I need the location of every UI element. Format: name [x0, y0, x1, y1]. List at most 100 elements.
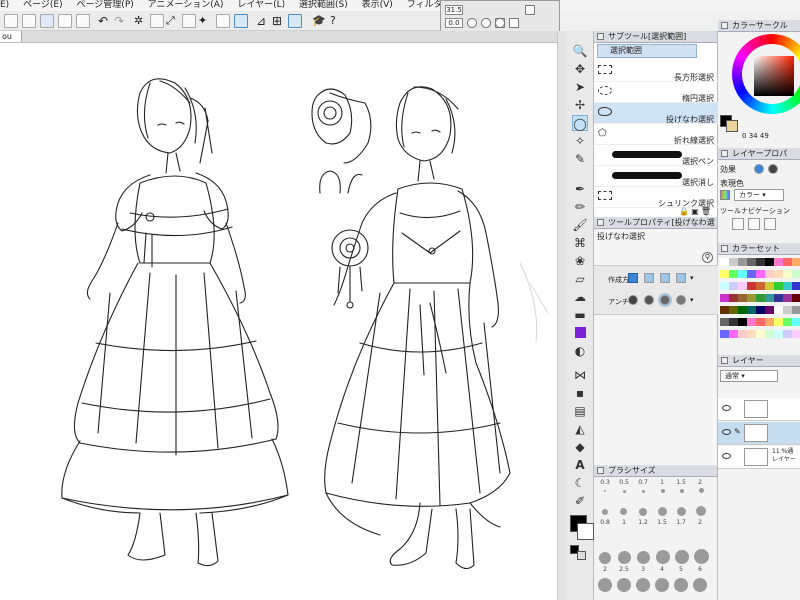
subtool-lasso[interactable]: 投げなわ選択	[594, 103, 718, 124]
color-swatch[interactable]	[729, 294, 738, 302]
add-selection-icon[interactable]	[644, 273, 654, 283]
fill-icon[interactable]	[150, 14, 164, 28]
brush-size-dot[interactable]	[636, 578, 650, 592]
color-swatch[interactable]	[765, 330, 774, 338]
brush-size-label[interactable]: 0.7	[634, 479, 652, 486]
color-swatch[interactable]	[792, 294, 800, 302]
color-swatch[interactable]	[756, 270, 765, 278]
sub-color-chip[interactable]	[577, 523, 594, 540]
panel-collapse-icon[interactable]	[721, 150, 728, 157]
color-swatch[interactable]	[720, 270, 729, 278]
color-swatch[interactable]	[783, 282, 792, 290]
menu-item-page-management[interactable]: ページ管理(P)	[76, 0, 133, 11]
redo-icon[interactable]: ↷	[114, 14, 128, 28]
panel-collapse-icon[interactable]	[721, 22, 728, 29]
rotate-right-icon[interactable]	[481, 18, 491, 28]
color-swatch[interactable]	[783, 294, 792, 302]
brush-size-dot[interactable]	[655, 578, 669, 592]
color-swatch[interactable]	[729, 282, 738, 290]
clip-studio-icon[interactable]: 🎓	[312, 14, 326, 28]
save-icon[interactable]	[40, 14, 54, 28]
color-swatch[interactable]	[783, 258, 792, 266]
layer-row-selected[interactable]: ✎	[718, 422, 800, 445]
deselect-icon[interactable]	[182, 14, 196, 28]
color-swatch[interactable]	[756, 306, 765, 314]
rotate-left-icon[interactable]	[467, 18, 477, 28]
color-swatch[interactable]	[774, 306, 783, 314]
transform-icon[interactable]: ⤢	[166, 14, 180, 28]
frame-tool-icon[interactable]: ▤	[572, 403, 588, 419]
color-swatch[interactable]	[747, 294, 756, 302]
brush-size-dot[interactable]	[656, 550, 670, 564]
brush-size-dot[interactable]	[598, 578, 612, 592]
color-swatch[interactable]	[792, 330, 800, 338]
brush-size-dot[interactable]	[620, 508, 627, 515]
airbrush-tool-icon[interactable]: ⌘	[572, 235, 588, 251]
brush-size-dot[interactable]	[602, 509, 608, 515]
color-swatch[interactable]	[729, 318, 738, 326]
color-swatch[interactable]	[738, 330, 747, 338]
color-swatch[interactable]	[738, 258, 747, 266]
color-swatch[interactable]	[756, 282, 765, 290]
brush-size-dot[interactable]	[639, 508, 647, 516]
color-swatch[interactable]	[738, 270, 747, 278]
brush-size-dot[interactable]	[637, 551, 650, 564]
color-swatch[interactable]	[783, 318, 792, 326]
color-swatch[interactable]	[747, 258, 756, 266]
brush-size-dot[interactable]	[642, 490, 645, 493]
brush-size-label[interactable]: 1.5	[653, 519, 671, 526]
color-swatch[interactable]	[729, 270, 738, 278]
brush-size-label[interactable]: 0.8	[596, 519, 614, 526]
zoom-value[interactable]: 31.5	[445, 5, 463, 15]
ruler-tool-icon[interactable]: ◭	[572, 421, 588, 437]
color-swatch[interactable]	[720, 306, 729, 314]
color-swatch[interactable]	[765, 318, 774, 326]
brush-size-label[interactable]: 2	[691, 479, 709, 486]
brush-size-dot[interactable]	[658, 507, 667, 516]
display-color-select[interactable]: カラー ▾	[734, 189, 784, 201]
tool-nav-icon-1[interactable]	[732, 218, 744, 230]
color-swatch[interactable]	[765, 270, 774, 278]
color-swatch[interactable]	[783, 306, 792, 314]
color-swatch[interactable]	[720, 294, 729, 302]
figure-tool-icon[interactable]: ▪	[572, 385, 588, 401]
color-swatch[interactable]	[765, 294, 774, 302]
color-swatch[interactable]	[729, 306, 738, 314]
subtool-shrink-selection[interactable]: シュリンク選択	[594, 187, 718, 208]
brush-size-label[interactable]: 2.5	[615, 566, 633, 573]
brush-size-label[interactable]: 1.2	[634, 519, 652, 526]
correct-line-tool-icon[interactable]: ✐	[572, 493, 588, 509]
brush-size-dot[interactable]	[696, 506, 706, 516]
panel-collapse-icon[interactable]	[597, 219, 604, 226]
blend-mode-select[interactable]: 通常 ▾	[720, 370, 778, 382]
color-swatch[interactable]	[783, 330, 792, 338]
brush-size-dot[interactable]	[618, 551, 631, 564]
help-icon[interactable]: ?	[330, 14, 344, 28]
selection-tool-icon[interactable]: ◯	[572, 115, 588, 131]
panel-collapse-icon[interactable]	[597, 467, 604, 474]
move-layer-tool-icon[interactable]: ✢	[572, 97, 588, 113]
color-swatch[interactable]	[738, 282, 747, 290]
color-swatch[interactable]	[729, 258, 738, 266]
color-swatch[interactable]	[765, 282, 774, 290]
color-swatch[interactable]	[765, 306, 774, 314]
antialias-none-icon[interactable]	[628, 295, 638, 305]
color-swatch[interactable]	[756, 318, 765, 326]
brush-size-label[interactable]: 1	[653, 479, 671, 486]
layer-row[interactable]: 11 %通 レイヤー	[718, 446, 800, 469]
canvas-vertical-scrollbar[interactable]	[557, 31, 567, 600]
subtool-selection-eraser[interactable]: 選択消し	[594, 166, 718, 187]
color-swatch[interactable]	[792, 282, 800, 290]
clear-icon[interactable]: ✲	[134, 14, 148, 28]
ink-tool-icon[interactable]: ◐	[572, 343, 588, 359]
color-swatch[interactable]	[738, 318, 747, 326]
tool-nav-icon-2[interactable]	[748, 218, 760, 230]
brush-size-dot[interactable]	[699, 488, 704, 493]
color-swatch[interactable]	[792, 318, 800, 326]
subtract-selection-icon[interactable]	[660, 273, 670, 283]
tool-nav-icon-3[interactable]	[764, 218, 776, 230]
brush-size-label[interactable]: 1.7	[672, 519, 690, 526]
blend-tool-icon[interactable]: ☁	[572, 289, 588, 305]
export-icon[interactable]	[76, 14, 90, 28]
fill-tool-icon[interactable]: ▬	[572, 307, 588, 323]
